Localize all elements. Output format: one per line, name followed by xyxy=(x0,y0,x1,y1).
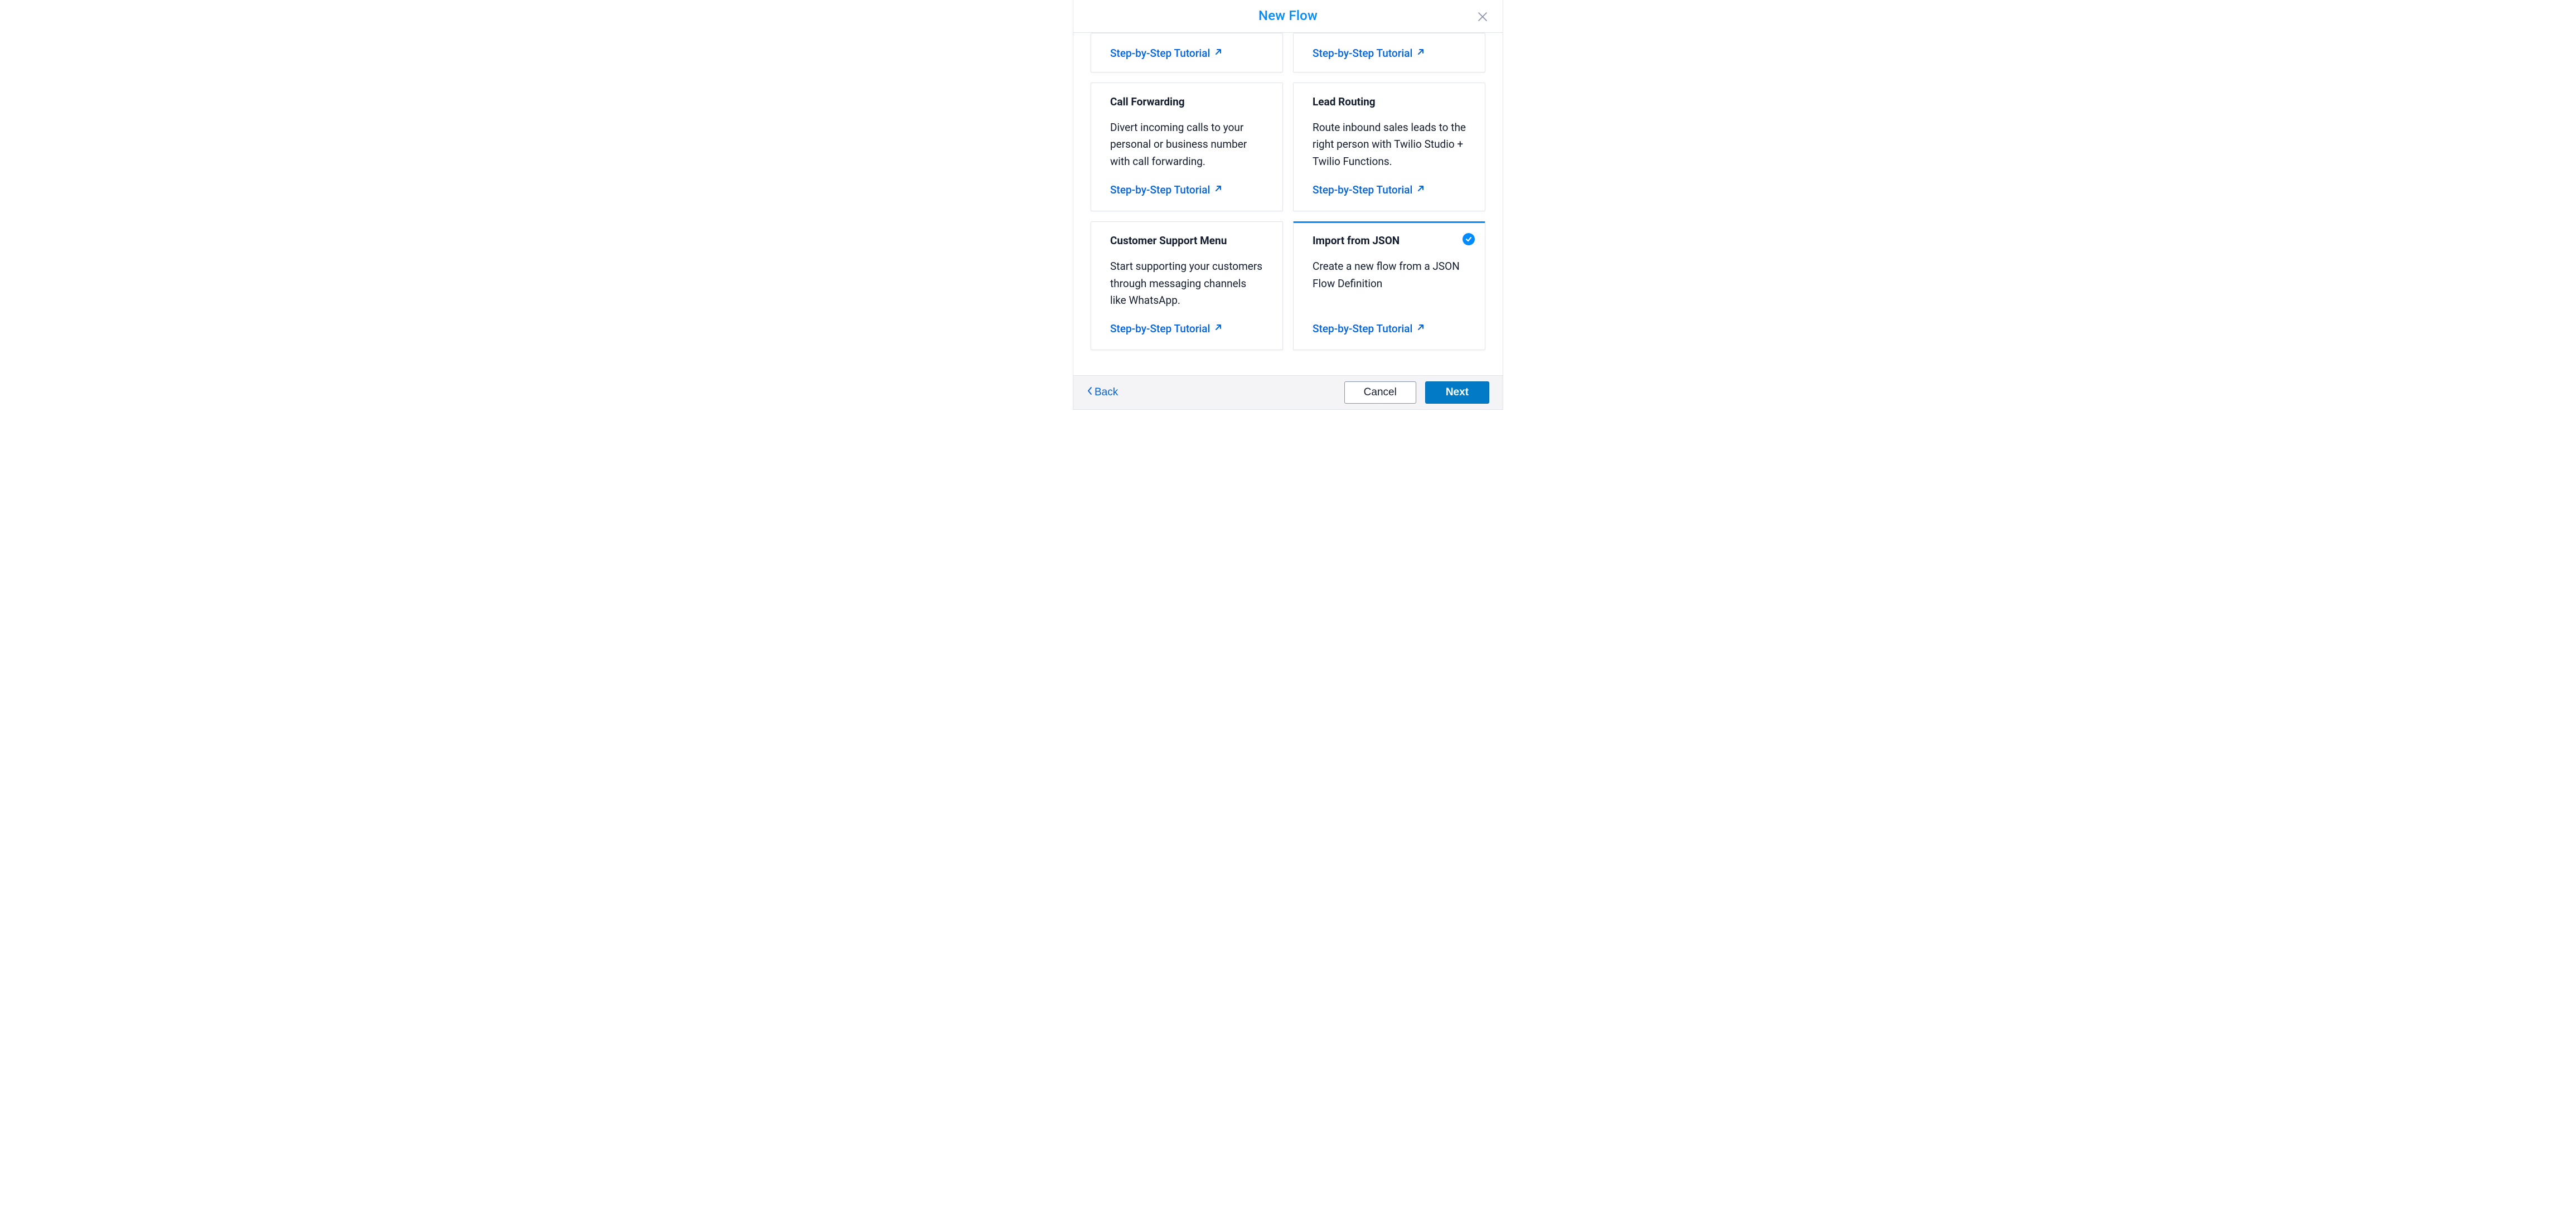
chevron-left-icon xyxy=(1087,386,1093,399)
tutorial-link-label: Step-by-Step Tutorial xyxy=(1313,183,1412,196)
modal-header: New Flow xyxy=(1073,0,1503,33)
template-card-description: Start supporting your customers through … xyxy=(1110,258,1263,309)
template-card-import-from-json[interactable]: Import from JSON Create a new flow from a… xyxy=(1293,221,1485,350)
tutorial-link[interactable]: Step-by-Step Tutorial xyxy=(1313,47,1466,60)
external-link-icon xyxy=(1213,47,1223,60)
new-flow-modal: New Flow Step-by-Step TutorialStep-by-St… xyxy=(1073,0,1503,410)
external-link-icon xyxy=(1416,183,1426,196)
template-card-title: Lead Routing xyxy=(1313,95,1466,108)
cancel-button[interactable]: Cancel xyxy=(1344,381,1416,404)
tutorial-link-label: Step-by-Step Tutorial xyxy=(1110,322,1210,335)
template-card-partial-a[interactable]: Step-by-Step Tutorial xyxy=(1091,33,1283,72)
template-card-call-forwarding[interactable]: Call Forwarding Divert incoming calls to … xyxy=(1091,83,1283,211)
modal-body: Step-by-Step Tutorial Step-by-Step Tutori… xyxy=(1073,33,1503,375)
tutorial-link[interactable]: Step-by-Step Tutorial xyxy=(1110,47,1263,60)
template-card-grid: Step-by-Step Tutorial Step-by-Step Tutori… xyxy=(1091,33,1485,350)
next-button[interactable]: Next xyxy=(1425,381,1489,404)
tutorial-link-label: Step-by-Step Tutorial xyxy=(1110,47,1210,60)
tutorial-link[interactable]: Step-by-Step Tutorial xyxy=(1313,322,1466,335)
back-button[interactable]: Back xyxy=(1086,384,1119,401)
template-card-lead-routing[interactable]: Lead Routing Route inbound sales leads to… xyxy=(1293,83,1485,211)
close-icon xyxy=(1477,11,1490,22)
tutorial-link[interactable]: Step-by-Step Tutorial xyxy=(1313,183,1466,196)
template-card-title: Customer Support Menu xyxy=(1110,234,1263,247)
selected-check-icon xyxy=(1463,233,1475,245)
external-link-icon xyxy=(1213,183,1223,196)
template-card-title: Call Forwarding xyxy=(1110,95,1263,108)
external-link-icon xyxy=(1213,322,1223,335)
external-link-icon xyxy=(1416,322,1426,335)
tutorial-link-label: Step-by-Step Tutorial xyxy=(1110,183,1210,196)
tutorial-link[interactable]: Step-by-Step Tutorial xyxy=(1110,183,1263,196)
template-card-customer-support-menu[interactable]: Customer Support Menu Start supporting yo… xyxy=(1091,221,1283,350)
external-link-icon xyxy=(1416,47,1426,60)
modal-title: New Flow xyxy=(1258,8,1318,23)
close-button[interactable] xyxy=(1477,10,1490,23)
template-card-title: Import from JSON xyxy=(1313,234,1466,247)
modal-footer: Back Cancel Next xyxy=(1073,375,1503,409)
tutorial-link[interactable]: Step-by-Step Tutorial xyxy=(1110,322,1263,335)
template-card-description: Divert incoming calls to your personal o… xyxy=(1110,119,1263,170)
tutorial-link-label: Step-by-Step Tutorial xyxy=(1313,47,1412,60)
tutorial-link-label: Step-by-Step Tutorial xyxy=(1313,322,1412,335)
template-card-partial-b[interactable]: Step-by-Step Tutorial xyxy=(1293,33,1485,72)
template-card-description: Create a new flow from a JSON Flow Defin… xyxy=(1313,258,1466,292)
template-card-description: Route inbound sales leads to the right p… xyxy=(1313,119,1466,170)
back-label: Back xyxy=(1095,386,1118,399)
